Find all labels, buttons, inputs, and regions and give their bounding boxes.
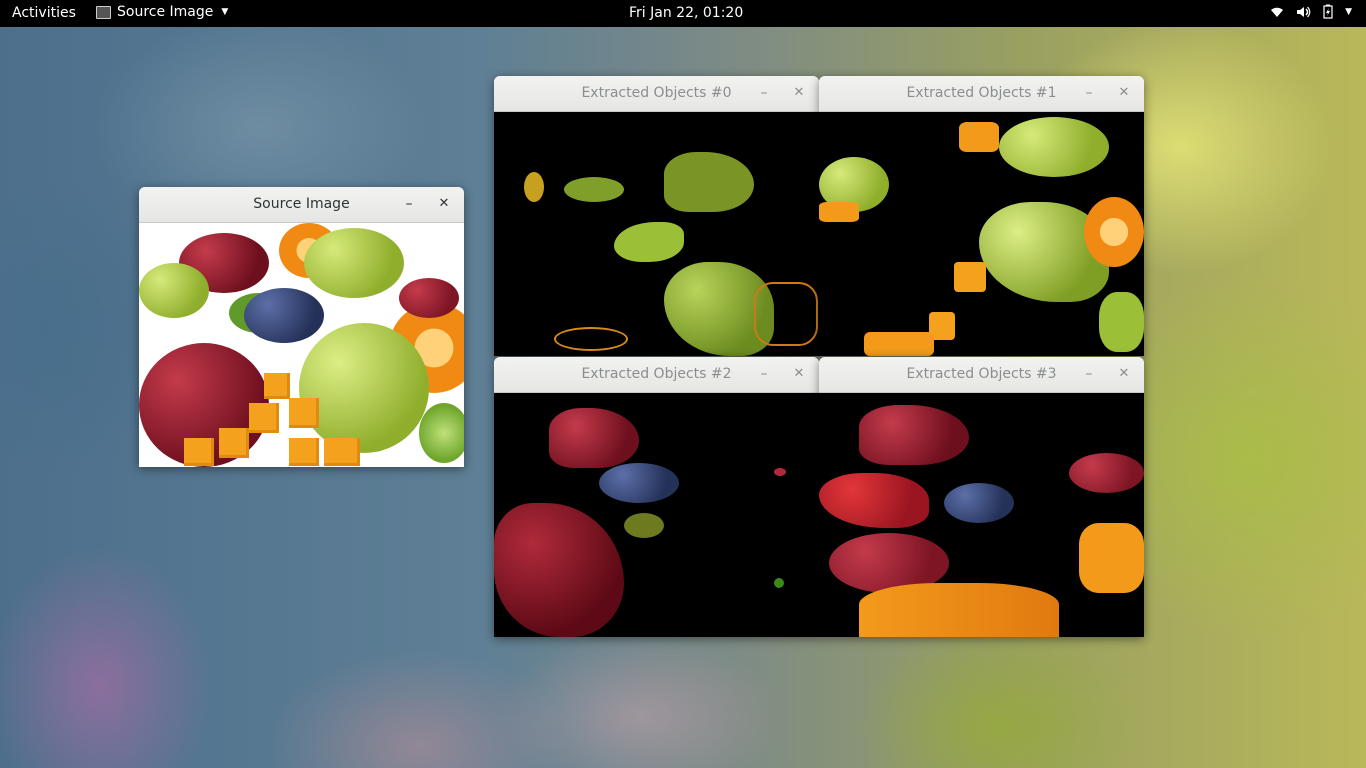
window-titlebar[interactable]: Extracted Objects #1 – ✕ [819,76,1144,112]
clock[interactable]: Fri Jan 22, 01:20 [629,5,743,21]
app-window-icon [96,5,111,19]
close-button[interactable]: ✕ [1115,84,1133,102]
extracted-objects-0-window[interactable]: Extracted Objects #0 – ✕ [494,76,819,356]
minimize-button[interactable]: – [755,84,773,102]
extracted-objects-1-image [819,112,1144,356]
top-bar: Activities Source Image ▼ Fri Jan 22, 01… [0,0,1366,27]
wifi-icon [1270,6,1284,18]
minimize-button[interactable]: – [755,365,773,383]
volume-icon [1296,6,1311,18]
extracted-objects-1-window[interactable]: Extracted Objects #1 – ✕ [819,76,1144,356]
close-button[interactable]: ✕ [790,365,808,383]
close-button[interactable]: ✕ [1115,365,1133,383]
close-button[interactable]: ✕ [435,195,453,213]
window-titlebar[interactable]: Source Image – ✕ [139,187,464,223]
source-fruit-image [139,223,464,467]
app-menu[interactable]: Source Image ▼ [96,4,228,20]
extracted-objects-2-image [494,393,819,637]
extracted-objects-3-window[interactable]: Extracted Objects #3 – ✕ [819,357,1144,637]
activities-button[interactable]: Activities [12,5,76,21]
window-titlebar[interactable]: Extracted Objects #2 – ✕ [494,357,819,393]
system-tray[interactable]: ▼ [1270,4,1352,19]
app-menu-label: Source Image [117,4,214,20]
chevron-down-icon: ▼ [221,7,229,17]
system-menu-chevron-icon: ▼ [1345,6,1352,17]
close-button[interactable]: ✕ [790,84,808,102]
source-image-window[interactable]: Source Image – ✕ [139,187,464,467]
minimize-button[interactable]: – [1080,84,1098,102]
extracted-objects-2-window[interactable]: Extracted Objects #2 – ✕ [494,357,819,637]
battery-icon [1323,4,1333,19]
extracted-objects-0-image [494,112,819,356]
minimize-button[interactable]: – [400,195,418,213]
minimize-button[interactable]: – [1080,365,1098,383]
window-titlebar[interactable]: Extracted Objects #3 – ✕ [819,357,1144,393]
extracted-objects-3-image [819,393,1144,637]
window-titlebar[interactable]: Extracted Objects #0 – ✕ [494,76,819,112]
